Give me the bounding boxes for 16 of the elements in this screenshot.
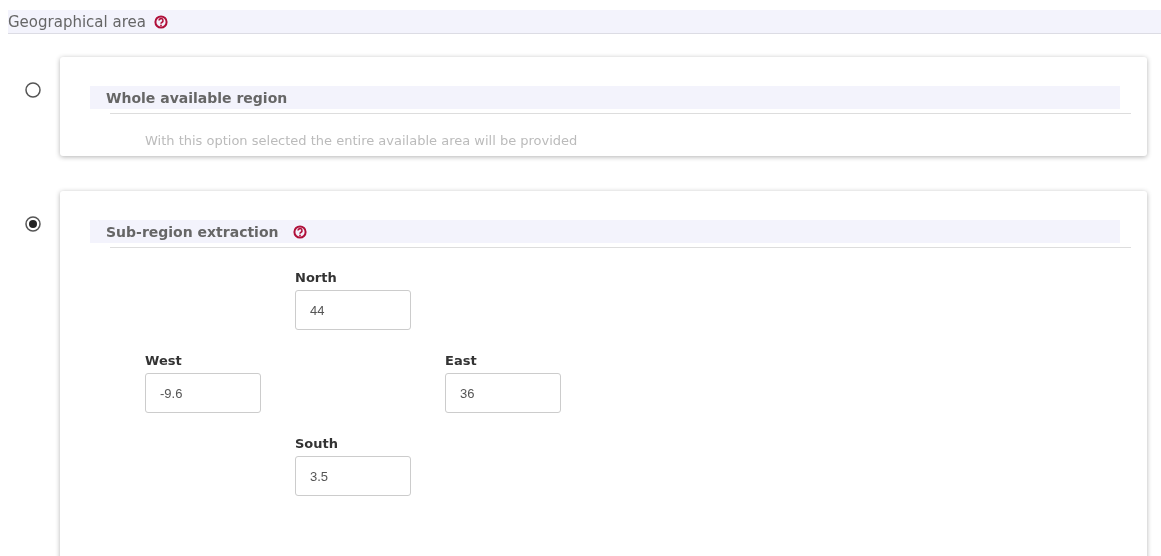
option-title: Sub-region extraction [106, 223, 279, 240]
field-label: North [295, 270, 338, 285]
option-description: With this option selected the entire available area will be provided [145, 133, 579, 148]
radio-button[interactable] [25, 216, 41, 232]
coordinate-field[interactable]: 3.5 [295, 456, 411, 496]
coordinate-field[interactable]: 36 [445, 373, 561, 413]
field-label: West [145, 353, 183, 368]
field-label: South [295, 436, 340, 451]
option-title: Whole available region [106, 89, 288, 106]
coordinate-field[interactable]: -9.6 [145, 373, 261, 413]
radio-button[interactable] [25, 82, 41, 98]
section-title: Geographical area [8, 12, 146, 31]
coordinate-field[interactable]: 44 [295, 290, 411, 330]
help-icon[interactable] [153, 14, 168, 29]
field-label: East [445, 353, 478, 368]
help-icon[interactable] [292, 224, 307, 239]
